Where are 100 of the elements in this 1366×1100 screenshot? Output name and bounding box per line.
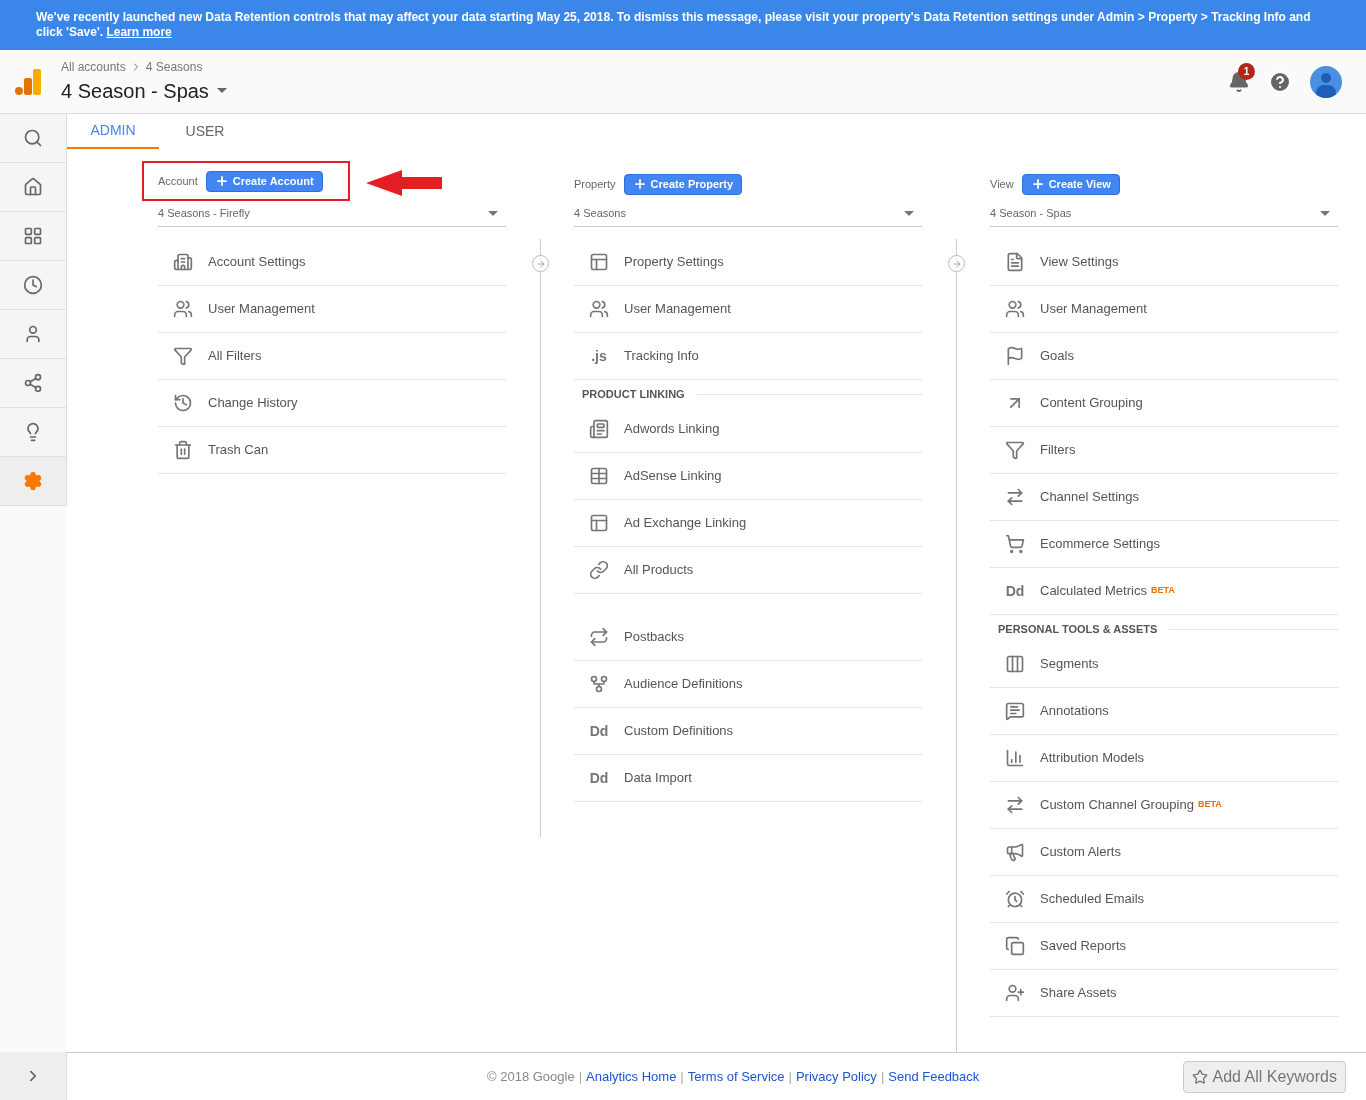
users-icon	[173, 299, 193, 319]
view-selector[interactable]: 4 Season - Spas	[61, 75, 227, 106]
text-icon: Dd	[589, 767, 609, 789]
plus-icon	[632, 177, 647, 191]
dropdown[interactable]: 4 Seasons - Firefly	[158, 201, 506, 227]
learn-more-link[interactable]: Learn more	[106, 25, 172, 39]
add-keywords-button[interactable]: Add All Keywords	[1183, 1060, 1346, 1093]
star-icon	[1192, 1068, 1209, 1085]
admin-menu-link[interactable]: User Management	[208, 299, 315, 319]
admin-menu-link[interactable]: Postbacks	[624, 627, 684, 647]
footer-link[interactable]: Analytics Home	[586, 1066, 677, 1087]
nav-item[interactable]	[0, 457, 66, 506]
alarm-icon	[1005, 889, 1025, 909]
admin-menu-link[interactable]: Custom Definitions	[624, 721, 734, 741]
dropdown[interactable]: 4 Season - Spas	[990, 201, 1338, 227]
breadcrumb-link[interactable]: All accounts	[61, 57, 126, 76]
comment-icon	[1005, 701, 1025, 721]
create-button[interactable]: Create View	[1021, 173, 1120, 195]
search-icon	[23, 128, 43, 148]
section-heading: PERSONAL TOOLS & ASSETS	[998, 622, 1158, 638]
admin-menu-link[interactable]: Custom Alerts	[1040, 842, 1121, 862]
admin-menu-link[interactable]: Account Settings	[208, 252, 306, 272]
admin-menu-link[interactable]: All Filters	[208, 346, 262, 366]
create-button[interactable]: Create Property	[623, 173, 743, 195]
clock-icon	[23, 275, 43, 295]
admin-menu-link[interactable]: User Management	[624, 299, 731, 319]
table-icon	[589, 466, 609, 486]
admin-menu-link[interactable]: AdSense Linking	[624, 466, 722, 486]
admin-menu-link[interactable]: Attribution Models	[1040, 748, 1145, 768]
admin-menu-link[interactable]: Filters	[1040, 440, 1076, 460]
layout-icon	[589, 252, 609, 272]
arrows-icon	[589, 627, 609, 647]
admin-menu-link[interactable]: Change History	[208, 393, 298, 413]
dashboard-icon	[23, 226, 43, 246]
bar-chart-icon	[1005, 748, 1025, 768]
caret-icon	[1320, 211, 1330, 216]
admin-menu-link[interactable]: All Products	[624, 560, 694, 580]
segments-icon	[1005, 654, 1025, 674]
text-icon: .js	[591, 345, 607, 367]
separator: |	[880, 1067, 885, 1086]
admin-menu-link[interactable]: Channel Settings	[1040, 487, 1139, 507]
filter-icon	[173, 346, 193, 366]
megaphone-icon	[1005, 842, 1025, 862]
admin-menu-link[interactable]: Ad Exchange Linking	[624, 513, 747, 533]
users-icon	[1005, 299, 1025, 319]
branch-icon	[23, 373, 43, 393]
column-label: View	[990, 176, 1014, 192]
home-icon	[23, 177, 43, 197]
admin-menu-link[interactable]: Trash Can	[208, 440, 269, 460]
breadcrumb-link[interactable]: 4 Seasons	[145, 57, 203, 76]
admin-menu-link[interactable]: Goals	[1040, 346, 1074, 366]
caret-icon	[488, 211, 498, 216]
footer-link[interactable]: Send Feedback	[888, 1066, 980, 1087]
tab[interactable]: ADMIN	[67, 114, 159, 149]
building-icon	[173, 252, 193, 272]
section-heading: PRODUCT LINKING	[582, 387, 685, 403]
notice-text: We've recently launched new Data Retention controls that may affect your data starting May 25, 2018. To dismiss this message, please visit your property's Data Retention settings under Admin > Property > Tracking Info and click 'Save'. Learn more	[36, 10, 1311, 39]
footer-link[interactable]: Terms of Service	[687, 1066, 785, 1087]
create-button[interactable]: Create Account	[205, 170, 323, 192]
settings-icon	[23, 471, 43, 491]
admin-menu-link[interactable]: User Management	[1040, 299, 1147, 319]
flag-icon	[1005, 346, 1025, 366]
layout-icon	[589, 513, 609, 533]
history-icon	[173, 393, 193, 413]
plus-icon	[1030, 177, 1045, 191]
footer-link[interactable]: Privacy Policy	[795, 1066, 877, 1087]
admin-menu-link[interactable]: Ecommerce Settings	[1040, 534, 1160, 554]
document-icon	[1005, 252, 1025, 272]
admin-menu-link[interactable]: Property Settings	[624, 252, 724, 272]
analytics-logo	[15, 68, 41, 95]
copyright-text: © 2018 Google	[487, 1067, 575, 1086]
column-label: Property	[574, 176, 616, 192]
cart-icon	[1005, 534, 1025, 554]
admin-menu-link[interactable]: Calculated Metrics	[1040, 581, 1147, 601]
avatar-icon[interactable]	[1310, 65, 1342, 98]
admin-menu-link[interactable]: Data Import	[624, 768, 692, 788]
caret-icon	[216, 88, 227, 93]
person-icon	[23, 324, 43, 344]
dropdown[interactable]: 4 Seasons	[574, 201, 922, 227]
admin-menu-link[interactable]: Saved Reports	[1040, 936, 1126, 956]
admin-menu-link[interactable]: Scheduled Emails	[1040, 889, 1145, 909]
admin-menu-link[interactable]: Segments	[1040, 654, 1099, 674]
text-icon: Dd	[589, 720, 609, 742]
separator: |	[578, 1067, 583, 1086]
admin-menu-link[interactable]: Share Assets	[1040, 983, 1117, 1003]
users-icon	[589, 299, 609, 319]
admin-menu-link[interactable]: Annotations	[1040, 701, 1109, 721]
separator: |	[788, 1067, 792, 1086]
admin-menu-link[interactable]: Custom Channel Grouping	[1040, 795, 1194, 815]
text-icon: Dd	[1005, 580, 1025, 602]
column-label: Account	[158, 173, 198, 189]
admin-menu-link[interactable]: Tracking Info	[624, 346, 699, 366]
admin-menu-link[interactable]: Content Grouping	[1040, 393, 1143, 413]
admin-menu-link[interactable]: Adwords Linking	[624, 419, 720, 439]
tab[interactable]: USER	[159, 114, 251, 149]
separator: |	[680, 1067, 684, 1086]
admin-menu-link[interactable]: Audience Definitions	[624, 674, 743, 694]
admin-menu-link[interactable]: View Settings	[1040, 252, 1119, 272]
list-icon	[589, 419, 609, 439]
add-user-icon	[1005, 983, 1025, 1003]
